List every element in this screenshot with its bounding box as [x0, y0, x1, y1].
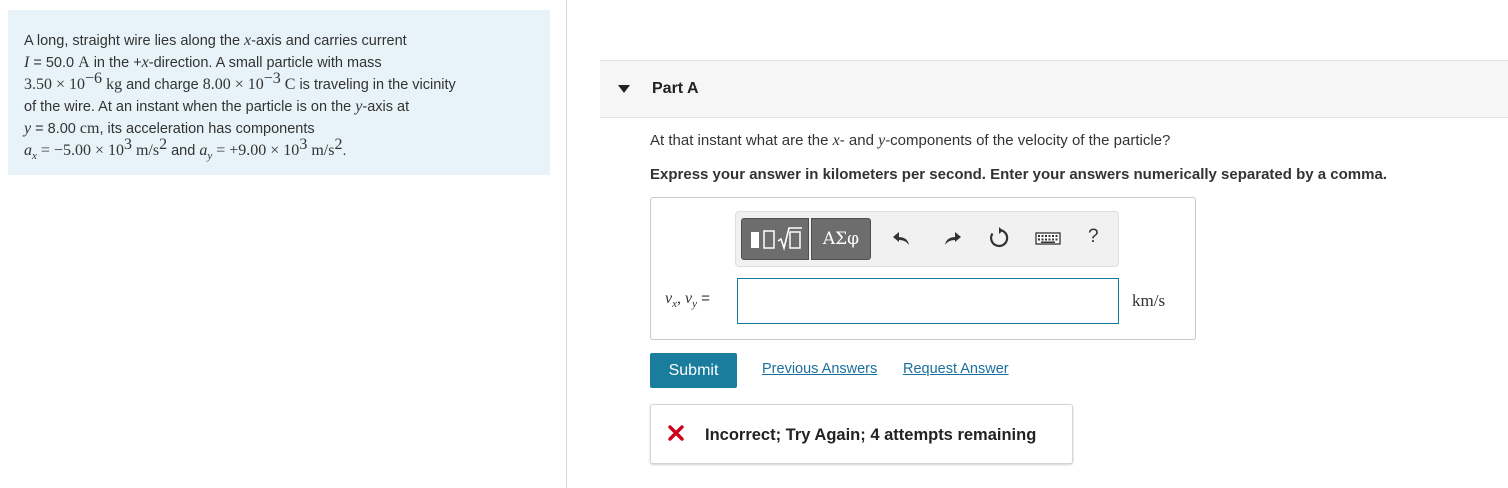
math-var: x — [141, 54, 149, 71]
problem-text: = 8.00 — [31, 121, 80, 137]
problem-line-1: A long, straight wire lies along the x-a… — [24, 30, 536, 52]
math-unit: C — [280, 76, 296, 93]
answer-label: vx, vy = — [665, 290, 710, 310]
redo-icon[interactable] — [940, 226, 964, 250]
equals-sign: = — [697, 290, 710, 307]
problem-line-4: of the wire. At an instant when the part… — [24, 96, 536, 118]
part-title: Part A — [652, 80, 699, 97]
problem-statement: A long, straight wire lies along the x -a… — [8, 10, 550, 175]
keyboard-icon[interactable] — [1035, 226, 1061, 250]
answer-box: ΑΣφ ? vx, vy = km/s — [650, 197, 1196, 340]
problem-text: and — [167, 143, 200, 159]
problem-text: is traveling in the vicinity — [295, 77, 456, 93]
part-a-header[interactable]: Part A — [600, 60, 1508, 118]
previous-answers-link[interactable]: Previous Answers — [762, 361, 877, 377]
answer-unit: km/s — [1132, 291, 1166, 310]
math-exponent: −6 — [85, 70, 103, 88]
submit-button[interactable]: Submit — [650, 353, 737, 388]
answer-input[interactable] — [737, 278, 1119, 324]
math-unit: m/s — [131, 142, 160, 159]
problem-text: of the wire. At an instant when the part… — [24, 99, 356, 115]
problem-text: and charge — [122, 77, 203, 93]
math-var: a — [24, 142, 32, 159]
math-mass: 3.50 × 10 — [24, 76, 86, 93]
math-value: = +9.00 × 10 — [212, 142, 300, 159]
x-mark-icon — [668, 425, 684, 441]
question-part: -components of the velocity of the parti… — [885, 132, 1171, 149]
reset-icon[interactable] — [987, 226, 1011, 250]
problem-text: -direction. A small particle with mass — [148, 55, 382, 71]
math-unit: A — [78, 54, 90, 71]
math-var: x — [832, 132, 840, 149]
problem-text: A long, straight wire lies along the — [24, 33, 245, 49]
problem-line-3: 3.50 × 10−6 kg and charge 8.00 × 10−3 C … — [24, 71, 536, 96]
math-separator: , — [677, 290, 685, 307]
math-unit: m/s — [307, 142, 335, 159]
math-charge: 8.00 × 10 — [202, 76, 264, 93]
column-divider — [566, 0, 567, 488]
templates-icon — [751, 227, 802, 251]
question-text: At that instant what are the x- and y-co… — [650, 132, 1170, 150]
problem-text: -axis at — [362, 99, 410, 115]
problem-line-6: ax = −5.00 × 103 m/s2 and ay = +9.00 × 1… — [24, 137, 536, 167]
feedback-box: Incorrect; Try Again; 4 attempts remaini… — [650, 404, 1073, 464]
help-icon[interactable]: ? — [1088, 226, 1099, 248]
problem-text: = 50.0 — [29, 55, 79, 71]
question-part: - and — [839, 132, 879, 149]
question-part: At that instant what are the — [650, 132, 833, 149]
problem-text: . — [342, 143, 347, 159]
undo-icon[interactable] — [890, 226, 914, 250]
math-toolbar: ΑΣφ ? — [735, 211, 1119, 267]
templates-button[interactable] — [741, 218, 809, 260]
collapse-caret-icon[interactable] — [618, 85, 630, 93]
problem-text: in the + — [89, 55, 142, 71]
request-answer-link[interactable]: Request Answer — [903, 361, 1009, 377]
feedback-text: Incorrect; Try Again; 4 attempts remaini… — [705, 426, 1037, 444]
math-exponent: −3 — [263, 70, 281, 88]
math-exponent: 2 — [159, 136, 168, 154]
problem-text: -axis and carries current — [251, 33, 407, 49]
toolbar-button-group: ΑΣφ — [741, 218, 871, 260]
math-exponent: 3 — [123, 136, 132, 154]
greek-symbols-button[interactable]: ΑΣφ — [811, 218, 871, 260]
answer-instruction: Express your answer in kilometers per se… — [650, 166, 1387, 183]
math-unit: cm — [79, 120, 100, 137]
math-unit: kg — [102, 76, 123, 93]
problem-line-5: y = 8.00 cm, its acceleration has compon… — [24, 118, 536, 140]
math-value: = −5.00 × 10 — [36, 142, 124, 159]
problem-text: , its acceleration has components — [99, 121, 315, 137]
